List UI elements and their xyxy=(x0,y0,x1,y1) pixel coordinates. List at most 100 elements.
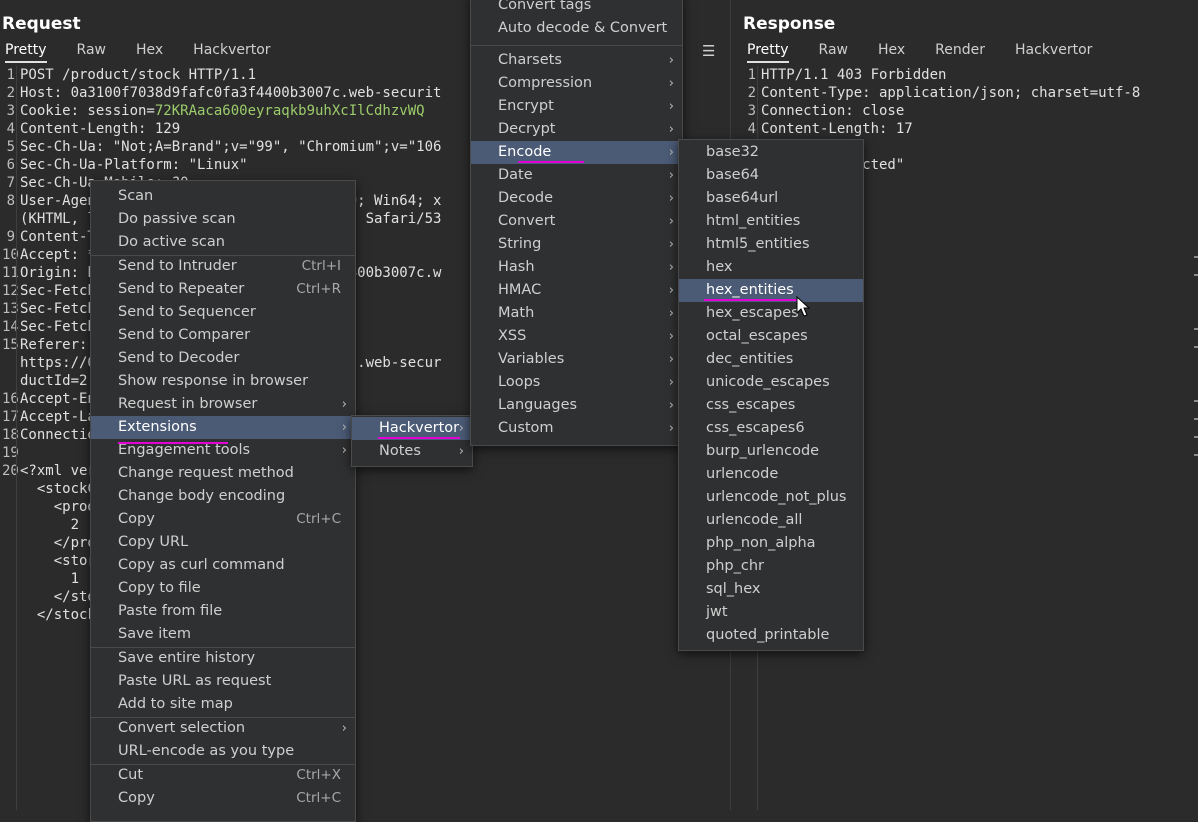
chevron-right-icon: › xyxy=(668,329,674,344)
tab-hackvertor[interactable]: Hackvertor xyxy=(1015,42,1092,61)
menu-item-label: Auto decode & Convert xyxy=(498,20,668,36)
menu-item-quoted-printable[interactable]: quoted_printable xyxy=(679,624,863,647)
menu-item-string[interactable]: String › xyxy=(471,233,682,256)
menu-item-send-to-sequencer[interactable]: Send to Sequencer xyxy=(91,301,355,324)
menu-item-css-escapes6[interactable]: css_escapes6 xyxy=(679,417,863,440)
tab-pretty[interactable]: Pretty xyxy=(747,42,789,63)
menu-item-base64[interactable]: base64 xyxy=(679,164,863,187)
menu-item-custom[interactable]: Custom › xyxy=(471,417,682,440)
menu-item-variables[interactable]: Variables › xyxy=(471,348,682,371)
menu-item-convert[interactable]: Convert › xyxy=(471,210,682,233)
menu-item-url-encode-as-you-type[interactable]: URL-encode as you type xyxy=(91,740,355,763)
menu-item-convert-tags[interactable]: Convert tags xyxy=(471,0,682,17)
tab-raw[interactable]: Raw xyxy=(819,42,848,61)
menu-item-change-request-method[interactable]: Change request method xyxy=(91,462,355,485)
menu-item-html5-entities[interactable]: html5_entities xyxy=(679,233,863,256)
menu-item-urlencode-not-plus[interactable]: urlencode_not_plus xyxy=(679,486,863,509)
menu-item-add-to-site-map[interactable]: Add to site map xyxy=(91,693,355,716)
menu-item-octal-escapes[interactable]: octal_escapes xyxy=(679,325,863,348)
menu-item-copy-as-curl-command[interactable]: Copy as curl command xyxy=(91,554,355,577)
menu-item-do-passive-scan[interactable]: Do passive scan xyxy=(91,208,355,231)
tab-raw[interactable]: Raw xyxy=(77,42,106,61)
menu-item-label: Loops xyxy=(498,374,541,390)
menu-item-decrypt[interactable]: Decrypt › xyxy=(471,118,682,141)
line-number: 13 xyxy=(2,301,19,317)
tab-hackvertor[interactable]: Hackvertor xyxy=(193,42,270,61)
chevron-right-icon: › xyxy=(668,306,674,321)
menu-item-scan[interactable]: Scan xyxy=(91,185,355,208)
menu-item-hex-escapes[interactable]: hex_escapes xyxy=(679,302,863,325)
menu-item-copy-url[interactable]: Copy URL xyxy=(91,531,355,554)
menu-item-copy[interactable]: Copy Ctrl+C xyxy=(91,787,355,810)
menu-item-xss[interactable]: XSS › xyxy=(471,325,682,348)
menu-item-label: Compression xyxy=(498,75,593,91)
menu-item-extensions[interactable]: Extensions › xyxy=(91,416,355,439)
line-number: 17 xyxy=(2,409,19,425)
menu-item-hash[interactable]: Hash › xyxy=(471,256,682,279)
menu-item-notes[interactable]: Notes › xyxy=(352,440,472,463)
menu-item-sql-hex[interactable]: sql_hex xyxy=(679,578,863,601)
menu-item-label: html5_entities xyxy=(706,236,810,252)
menu-item-decode[interactable]: Decode › xyxy=(471,187,682,210)
menu-item-compression[interactable]: Compression › xyxy=(471,72,682,95)
menu-item-send-to-comparer[interactable]: Send to Comparer xyxy=(91,324,355,347)
line-number: 2 xyxy=(6,85,15,101)
line-number: 10 xyxy=(2,247,19,263)
menu-item-base32[interactable]: base32 xyxy=(679,141,863,164)
menu-item-save-entire-history[interactable]: Save entire history xyxy=(91,647,355,670)
menu-item-label: sql_hex xyxy=(706,581,761,597)
menu-item-html-entities[interactable]: html_entities xyxy=(679,210,863,233)
menu-item-languages[interactable]: Languages › xyxy=(471,394,682,417)
line-number: 1 xyxy=(6,67,15,83)
menu-item-hmac[interactable]: HMAC › xyxy=(471,279,682,302)
line-text: Content-Type: application/json; charset=… xyxy=(761,85,1141,101)
menu-item-cut[interactable]: Cut Ctrl+X xyxy=(91,764,355,787)
menu-item-jwt[interactable]: jwt xyxy=(679,601,863,624)
chevron-right-icon: › xyxy=(341,420,347,435)
tab-hex[interactable]: Hex xyxy=(878,42,905,61)
menu-item-urlencode[interactable]: urlencode xyxy=(679,463,863,486)
chevron-right-icon: › xyxy=(668,260,674,275)
chevron-right-icon: › xyxy=(668,421,674,436)
menu-item-paste-url-as-request[interactable]: Paste URL as request xyxy=(91,670,355,693)
menu-item-encrypt[interactable]: Encrypt › xyxy=(471,95,682,118)
response-scroll-edge[interactable] xyxy=(1193,66,1198,810)
menu-item-date[interactable]: Date › xyxy=(471,164,682,187)
menu-item-send-to-decoder[interactable]: Send to Decoder xyxy=(91,347,355,370)
menu-item-convert-selection[interactable]: Convert selection › xyxy=(91,717,355,740)
menu-item-show-response-in-browser[interactable]: Show response in browser xyxy=(91,370,355,393)
hamburger-icon[interactable]: ☰ xyxy=(702,42,715,60)
menu-item-copy[interactable]: Copy Ctrl+C xyxy=(91,508,355,531)
menu-item-save-item[interactable]: Save item xyxy=(91,623,355,646)
menu-item-do-active-scan[interactable]: Do active scan xyxy=(91,231,355,254)
menu-item-paste-from-file[interactable]: Paste from file xyxy=(91,600,355,623)
menu-item-loops[interactable]: Loops › xyxy=(471,371,682,394)
menu-item-request-in-browser[interactable]: Request in browser › xyxy=(91,393,355,416)
menu-item-label: Do active scan xyxy=(118,234,225,250)
menu-item-label: Variables xyxy=(498,351,565,367)
tab-hex[interactable]: Hex xyxy=(136,42,163,61)
menu-item-css-escapes[interactable]: css_escapes xyxy=(679,394,863,417)
tab-pretty[interactable]: Pretty xyxy=(5,42,47,63)
extensions-submenu: Hackvertor › Notes › xyxy=(351,415,473,467)
menu-item-copy-to-file[interactable]: Copy to file xyxy=(91,577,355,600)
menu-item-label: Send to Decoder xyxy=(118,350,240,366)
menu-item-charsets[interactable]: Charsets › xyxy=(471,49,682,72)
line-text: Cookie: session= xyxy=(20,103,155,119)
menu-item-php-chr[interactable]: php_chr xyxy=(679,555,863,578)
menu-item-send-to-intruder[interactable]: Send to Intruder Ctrl+I xyxy=(91,255,355,278)
menu-item-unicode-escapes[interactable]: unicode_escapes xyxy=(679,371,863,394)
menu-item-label: Copy xyxy=(118,511,155,527)
menu-item-burp-urlencode[interactable]: burp_urlencode xyxy=(679,440,863,463)
menu-item-change-body-encoding[interactable]: Change body encoding xyxy=(91,485,355,508)
menu-item-dec-entities[interactable]: dec_entities xyxy=(679,348,863,371)
menu-item-auto-decode-convert[interactable]: Auto decode & Convert xyxy=(471,17,682,40)
menu-item-base64url[interactable]: base64url xyxy=(679,187,863,210)
menu-item-hex[interactable]: hex xyxy=(679,256,863,279)
editor-line: 3 Connection: close xyxy=(743,102,1140,120)
menu-item-math[interactable]: Math › xyxy=(471,302,682,325)
tab-render[interactable]: Render xyxy=(935,42,985,61)
menu-item-urlencode-all[interactable]: urlencode_all xyxy=(679,509,863,532)
menu-item-send-to-repeater[interactable]: Send to Repeater Ctrl+R xyxy=(91,278,355,301)
menu-item-php-non-alpha[interactable]: php_non_alpha xyxy=(679,532,863,555)
